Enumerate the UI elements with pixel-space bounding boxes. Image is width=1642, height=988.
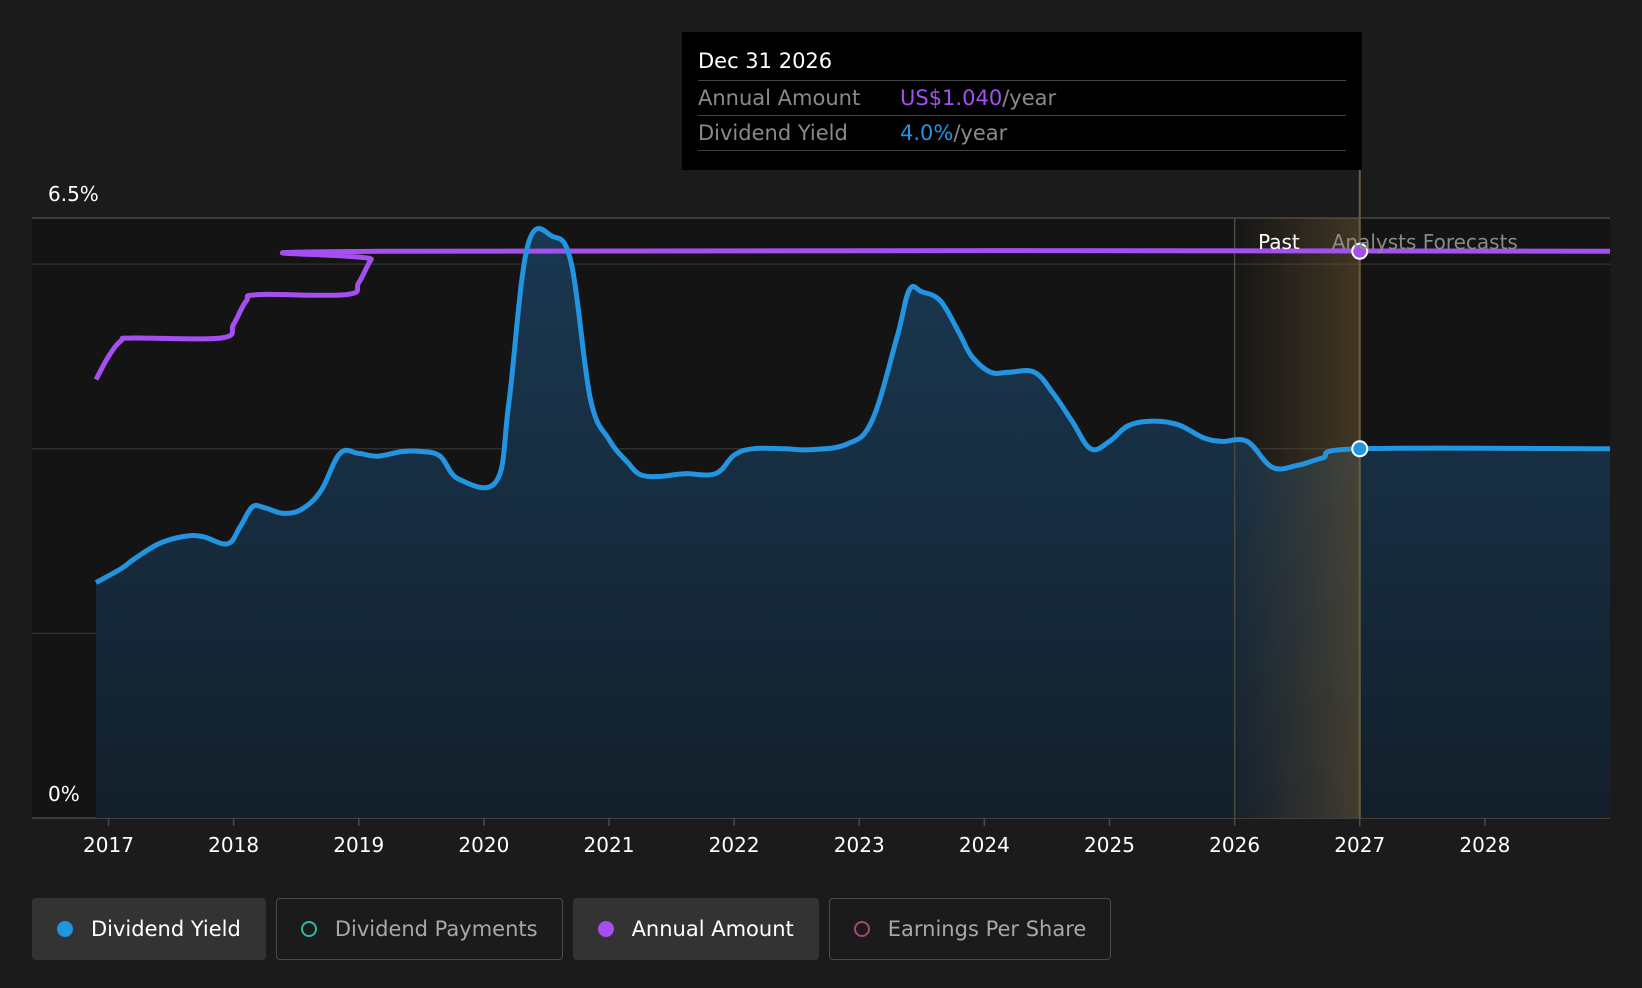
x-tick-label: 2022	[709, 833, 760, 857]
tooltip-row-annual-amount: Annual Amount US$1.040 /year	[698, 81, 1346, 116]
tooltip-key: Dividend Yield	[698, 121, 848, 145]
past-region-highlight	[1234, 218, 1360, 818]
y-axis-max-label: 6.5%	[48, 182, 99, 206]
x-tick-label: 2024	[959, 833, 1010, 857]
tooltip-row-dividend-yield: Dividend Yield 4.0% /year	[698, 116, 1346, 151]
tooltip-date: Dec 31 2026	[698, 46, 1346, 81]
tooltip-value: US$1.040	[900, 86, 1003, 110]
forecast-label: Analysts Forecasts	[1332, 230, 1518, 254]
legend-dot-icon	[853, 921, 870, 937]
legend-item-dividend-yield[interactable]: Dividend Yield	[32, 898, 266, 960]
tooltip-value: 4.0%	[900, 121, 954, 145]
x-tick-label: 2027	[1334, 833, 1385, 857]
x-tick-label: 2021	[584, 833, 635, 857]
past-label: Past	[1258, 230, 1300, 254]
tooltip-key: Annual Amount	[698, 86, 861, 110]
dividend-chart-panel: 2017 2018 2019 2020 2021 2022 2023 2024 2025 2026…	[0, 0, 1642, 988]
tooltip-unit: /year	[953, 121, 1008, 145]
x-tick-label: 2025	[1084, 833, 1135, 857]
x-tick-label: 2018	[208, 833, 259, 857]
y-axis-min-label: 0%	[48, 782, 80, 806]
chart-tooltip: Dec 31 2026 Annual Amount US$1.040 /year…	[682, 32, 1362, 170]
x-tick-label: 2020	[458, 833, 509, 857]
x-tick-label: 2019	[333, 833, 384, 857]
dividend-yield-point	[1351, 440, 1369, 458]
x-tick-label: 2026	[1209, 833, 1260, 857]
legend-item-annual-amount[interactable]: Annual Amount	[572, 898, 819, 960]
legend-label: Dividend Payments	[334, 917, 538, 941]
legend-label: Earnings Per Share	[887, 917, 1087, 941]
x-tick-label: 2017	[83, 833, 134, 857]
chart-legend: Dividend Yield Dividend Payments Annual …	[32, 898, 1112, 962]
x-tick-label: 2023	[834, 833, 885, 857]
tooltip-unit: /year	[1002, 86, 1057, 110]
legend-dot-icon	[57, 921, 73, 937]
legend-item-earnings-per-share[interactable]: Earnings Per Share	[828, 898, 1112, 960]
legend-dot-icon	[300, 921, 317, 937]
legend-dot-icon	[597, 921, 614, 937]
legend-label: Annual Amount	[631, 917, 794, 941]
legend-label: Dividend Yield	[91, 917, 241, 941]
x-tick-label: 2028	[1459, 833, 1510, 857]
legend-item-dividend-payments[interactable]: Dividend Payments	[275, 898, 563, 960]
